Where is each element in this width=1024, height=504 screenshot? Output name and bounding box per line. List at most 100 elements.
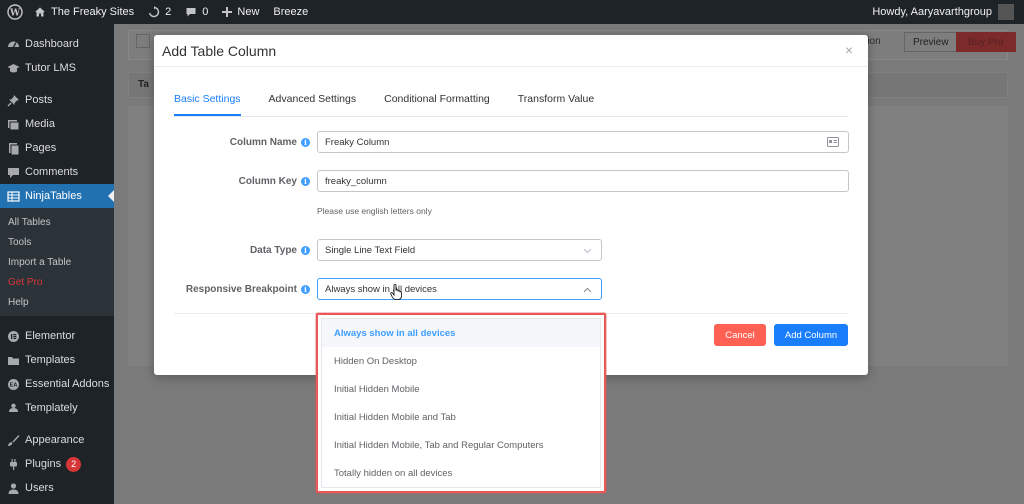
sidebar-item-essential-addons[interactable]: EA Essential Addons — [0, 372, 114, 396]
close-icon[interactable]: × — [842, 43, 856, 57]
add-column-button[interactable]: Add Column — [774, 324, 848, 346]
sidebar-item-label: Comments — [25, 166, 79, 178]
column-name-label: Column Name i — [230, 137, 310, 148]
tab-advanced-settings[interactable]: Advanced Settings — [269, 93, 357, 116]
modal-header: Add Table Column × — [154, 35, 868, 67]
column-key-input[interactable]: freaky_column — [317, 170, 849, 192]
responsive-breakpoint-select[interactable]: Always show in all devices — [317, 278, 602, 300]
chevron-up-icon — [583, 285, 592, 296]
sidebar-item-label: Pages — [25, 142, 57, 154]
background-icon — [136, 34, 150, 48]
background-preview-button: Preview — [904, 32, 958, 52]
sidebar-item-label: Posts — [25, 94, 53, 106]
sidebar-item-comments[interactable]: Comments — [0, 160, 114, 184]
updates-link[interactable]: 2 — [141, 0, 178, 24]
tab-basic-settings[interactable]: Basic Settings — [174, 93, 241, 116]
sidebar-item-media[interactable]: Media — [0, 112, 114, 136]
tab-conditional-formatting[interactable]: Conditional Formatting — [384, 93, 490, 116]
wordpress-logo-icon[interactable]: W — [3, 0, 27, 24]
background-buy-pro-button: Buy Pro — [956, 32, 1016, 52]
column-name-input[interactable]: Freaky Column — [317, 131, 849, 153]
sidebar-item-label: Templately — [25, 402, 78, 414]
pin-icon — [6, 93, 20, 107]
svg-text:EA: EA — [9, 382, 17, 388]
label-text: Column Name — [229, 137, 297, 148]
modal-title: Add Table Column — [162, 42, 277, 59]
submenu-item-help[interactable]: Help — [0, 292, 114, 312]
sidebar-item-plugins[interactable]: Plugins 2 — [0, 452, 114, 476]
sidebar-item-pages[interactable]: Pages — [0, 136, 114, 160]
dropdown-option-totally-hidden[interactable]: Totally hidden on all devices — [322, 459, 600, 487]
folder-icon — [6, 353, 20, 367]
updates-count: 2 — [165, 6, 172, 18]
dashboard-icon — [6, 37, 20, 51]
dropdown-option-always-show[interactable]: Always show in all devices — [322, 319, 600, 347]
hand-cursor-icon — [390, 284, 402, 300]
dropdown-option-hidden-desktop[interactable]: Hidden On Desktop — [322, 347, 600, 375]
user-icon — [6, 481, 20, 495]
info-icon[interactable]: i — [301, 246, 310, 255]
data-type-label: Data Type i — [250, 245, 310, 256]
chevron-down-icon — [583, 246, 592, 257]
responsive-breakpoint-label: Responsive Breakpoint i — [186, 284, 310, 295]
brush-icon — [6, 433, 20, 447]
label-text: Responsive Breakpoint — [185, 284, 297, 295]
sidebar-item-posts[interactable]: Posts — [0, 88, 114, 112]
sidebar-item-elementor[interactable]: Elementor — [0, 324, 114, 348]
comments-count: 0 — [202, 6, 209, 18]
ninjatables-submenu: All Tables Tools Import a Table Get Pro … — [0, 208, 114, 316]
label-text: Data Type — [249, 245, 297, 256]
breeze-link[interactable]: Breeze — [266, 0, 315, 24]
responsive-breakpoint-dropdown: Always show in all devices Hidden On Des… — [316, 313, 606, 493]
sidebar-item-dashboard[interactable]: Dashboard — [0, 32, 114, 56]
new-label: New — [237, 6, 260, 18]
breeze-label: Breeze — [273, 6, 309, 18]
admin-sidebar: Dashboard Tutor LMS Posts Media Pages Co… — [0, 24, 114, 504]
updates-icon — [148, 6, 160, 18]
templately-icon — [6, 401, 20, 415]
sidebar-item-label: Templates — [25, 354, 76, 366]
new-content-link[interactable]: New — [215, 0, 266, 24]
sidebar-item-label: Users — [25, 482, 54, 494]
data-type-select[interactable]: Single Line Text Field — [317, 239, 602, 261]
dropdown-option-hidden-mobile-tab-computers[interactable]: Initial Hidden Mobile, Tab and Regular C… — [322, 431, 600, 459]
sidebar-item-label: Media — [25, 118, 55, 130]
submenu-item-get-pro[interactable]: Get Pro — [0, 272, 114, 292]
comments-link[interactable]: 0 — [178, 0, 215, 24]
dropdown-option-hidden-mobile-tab[interactable]: Initial Hidden Mobile and Tab — [322, 403, 600, 431]
dropdown-option-hidden-mobile[interactable]: Initial Hidden Mobile — [322, 375, 600, 403]
sidebar-item-label: Dashboard — [25, 38, 79, 50]
admin-bar: W The Freaky Sites 2 0 New Breeze Howdy,… — [0, 0, 1024, 24]
tab-transform-value[interactable]: Transform Value — [518, 93, 594, 116]
label-text: Column Key — [238, 176, 297, 187]
site-name-link[interactable]: The Freaky Sites — [27, 0, 141, 24]
sidebar-item-tutor-lms[interactable]: Tutor LMS — [0, 56, 114, 80]
info-icon[interactable]: i — [301, 285, 310, 294]
sidebar-item-templates[interactable]: Templates — [0, 348, 114, 372]
graduation-cap-icon — [6, 61, 20, 75]
elementor-icon — [6, 329, 20, 343]
plugin-icon — [6, 457, 20, 471]
column-key-value: freaky_column — [325, 175, 387, 187]
plus-icon — [222, 7, 233, 17]
submenu-item-all-tables[interactable]: All Tables — [0, 212, 114, 232]
column-key-hint: Please use english letters only — [317, 206, 432, 216]
sidebar-item-ninjatables[interactable]: NinjaTables — [0, 184, 114, 208]
responsive-breakpoint-value: Always show in all devices — [325, 283, 437, 295]
sidebar-item-appearance[interactable]: Appearance — [0, 428, 114, 452]
home-icon — [34, 6, 46, 18]
submenu-item-import-table[interactable]: Import a Table — [0, 252, 114, 272]
settings-tabs: Basic Settings Advanced Settings Conditi… — [174, 93, 848, 117]
comment-bubble-icon — [185, 6, 197, 18]
submenu-item-tools[interactable]: Tools — [0, 232, 114, 252]
info-icon[interactable]: i — [301, 177, 310, 186]
pages-icon — [6, 141, 20, 155]
howdy-text: Howdy, Aaryavarthgroup — [872, 6, 992, 18]
my-account-link[interactable]: Howdy, Aaryavarthgroup — [865, 0, 1024, 24]
cancel-button[interactable]: Cancel — [714, 324, 766, 346]
table-icon — [6, 189, 20, 203]
sidebar-item-label: Plugins — [25, 458, 62, 470]
info-icon[interactable]: i — [301, 138, 310, 147]
sidebar-item-users[interactable]: Users — [0, 476, 114, 500]
sidebar-item-templately[interactable]: Templately — [0, 396, 114, 420]
